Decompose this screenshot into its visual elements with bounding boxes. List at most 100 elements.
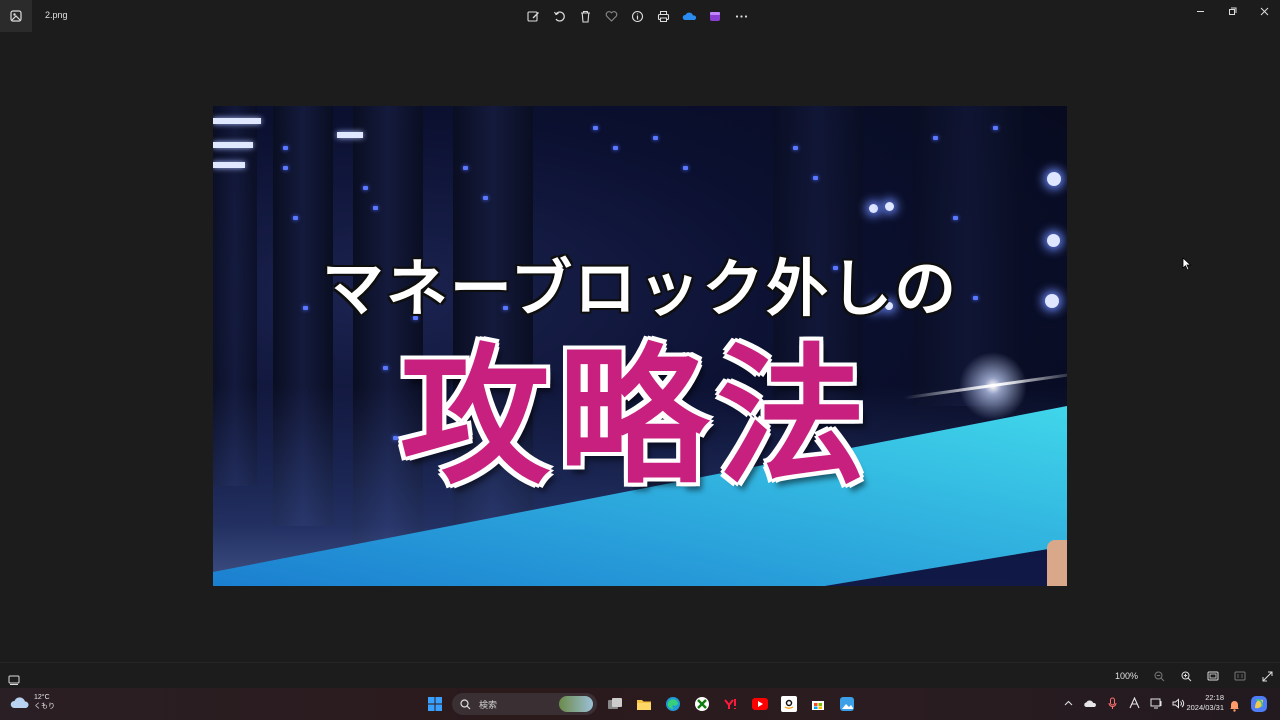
photo-canvas[interactable]: マネーブロック外しの 攻略法 <box>213 106 1067 586</box>
more-button[interactable] <box>732 6 750 26</box>
filmstrip-icon <box>8 675 20 685</box>
clipchamp-icon <box>710 12 720 21</box>
xbox-button[interactable] <box>690 692 713 716</box>
onedrive-tray-button[interactable] <box>1082 694 1098 712</box>
close-button[interactable] <box>1248 0 1280 22</box>
amazon-button[interactable] <box>777 692 800 716</box>
photos-icon <box>839 697 854 711</box>
weather-temperature: 12°C <box>34 694 50 701</box>
filmstrip-button[interactable] <box>8 670 20 689</box>
fit-icon <box>1207 671 1219 681</box>
fullscreen-button[interactable] <box>1258 668 1276 684</box>
print-icon <box>657 10 669 22</box>
image-headline: マネーブロック外しの <box>321 252 959 325</box>
fullscreen-icon <box>1262 671 1272 681</box>
taskbar-apps: 検索 <box>423 692 858 716</box>
copilot-icon <box>1251 696 1267 712</box>
windows-start-icon <box>427 697 442 711</box>
photos-taskbar-button[interactable] <box>835 692 858 716</box>
clipchamp-button[interactable] <box>706 6 724 26</box>
weather-condition: くもり <box>34 703 55 710</box>
network-icon <box>1150 698 1161 708</box>
network-button[interactable] <box>1148 694 1164 712</box>
amazon-icon <box>780 696 797 712</box>
person-edge <box>1047 540 1067 586</box>
title-bar: 2.png <box>0 0 1280 32</box>
taskbar: 12°C くもり 検索 22:18 2024/03/31 <box>0 688 1280 720</box>
copilot-button[interactable] <box>1250 695 1268 717</box>
system-tray <box>1060 694 1186 712</box>
task-view-icon <box>607 698 622 709</box>
file-explorer-icon <box>636 700 651 710</box>
file-explorer-button[interactable] <box>632 692 655 716</box>
onedrive-tray-icon <box>1084 700 1096 707</box>
volume-icon <box>1172 697 1184 709</box>
status-bar: 100% <box>0 662 1280 688</box>
search-icon <box>460 698 471 709</box>
zoom-tools <box>1150 668 1276 684</box>
favorite-icon <box>605 10 617 22</box>
cloud-icon <box>10 697 29 708</box>
print-button[interactable] <box>654 6 672 26</box>
youtube-icon <box>751 698 768 710</box>
actual-size-icon <box>1234 671 1246 681</box>
search-highlight-image <box>559 696 593 712</box>
microphone-tray-button[interactable] <box>1104 694 1120 712</box>
photos-window: 2.png マネーブロック外しの 攻略法 100% <box>0 0 1280 688</box>
weather-widget[interactable]: 12°C くもり <box>10 693 55 711</box>
taskbar-search[interactable]: 検索 <box>452 693 597 715</box>
favorite-button[interactable] <box>602 6 620 26</box>
edit-button[interactable] <box>524 6 542 26</box>
edit-icon <box>526 10 539 22</box>
youtube-button[interactable] <box>748 692 771 716</box>
window-controls <box>1184 0 1280 22</box>
delete-icon <box>580 10 590 23</box>
taskbar-clock[interactable]: 22:18 2024/03/31 <box>1184 693 1224 713</box>
zoom-in-button[interactable] <box>1177 668 1195 684</box>
chevron-up-icon <box>1064 700 1072 706</box>
rotate-icon <box>553 10 565 22</box>
store-button[interactable] <box>806 692 829 716</box>
image-title: 攻略法 <box>399 329 874 505</box>
zoom-level: 100% <box>1115 671 1139 681</box>
xbox-icon <box>694 697 709 711</box>
yahoo-icon <box>723 699 736 709</box>
more-icon <box>735 14 747 18</box>
zoom-out-icon <box>1154 671 1164 681</box>
zoom-out-button[interactable] <box>1150 668 1168 684</box>
bell-icon <box>1230 701 1239 712</box>
fit-to-window-button[interactable] <box>1204 668 1222 684</box>
task-view-button[interactable] <box>603 692 626 716</box>
edge-button[interactable] <box>661 692 684 716</box>
notification-button[interactable] <box>1229 697 1240 716</box>
minimize-icon <box>1196 10 1204 12</box>
clock-date: 2024/03/31 <box>1186 703 1224 712</box>
info-icon <box>631 10 643 22</box>
rotate-button[interactable] <box>550 6 568 26</box>
file-name: 2.png <box>45 10 68 20</box>
toolbar <box>524 6 750 26</box>
yahoo-button[interactable] <box>719 692 742 716</box>
photos-app-icon[interactable] <box>0 0 32 32</box>
maximize-button[interactable] <box>1216 0 1248 22</box>
store-icon <box>811 701 824 710</box>
ime-button[interactable] <box>1126 694 1142 712</box>
search-placeholder: 検索 <box>479 699 498 710</box>
actual-size-button[interactable] <box>1231 668 1249 684</box>
weather-text: 12°C くもり <box>34 693 55 711</box>
tray-overflow-button[interactable] <box>1060 694 1076 712</box>
close-icon <box>1260 7 1268 15</box>
zoom-in-icon <box>1181 671 1191 681</box>
start-button[interactable] <box>423 692 446 716</box>
onedrive-icon <box>682 12 696 20</box>
delete-button[interactable] <box>576 6 594 26</box>
clock-time: 22:18 <box>1205 693 1224 702</box>
onedrive-button[interactable] <box>680 6 698 26</box>
edge-icon <box>665 697 680 711</box>
minimize-button[interactable] <box>1184 0 1216 22</box>
maximize-icon <box>1228 7 1236 15</box>
mouse-cursor-icon <box>1182 257 1192 271</box>
info-button[interactable] <box>628 6 646 26</box>
microphone-icon <box>1108 697 1116 709</box>
ime-a-icon <box>1128 697 1140 709</box>
